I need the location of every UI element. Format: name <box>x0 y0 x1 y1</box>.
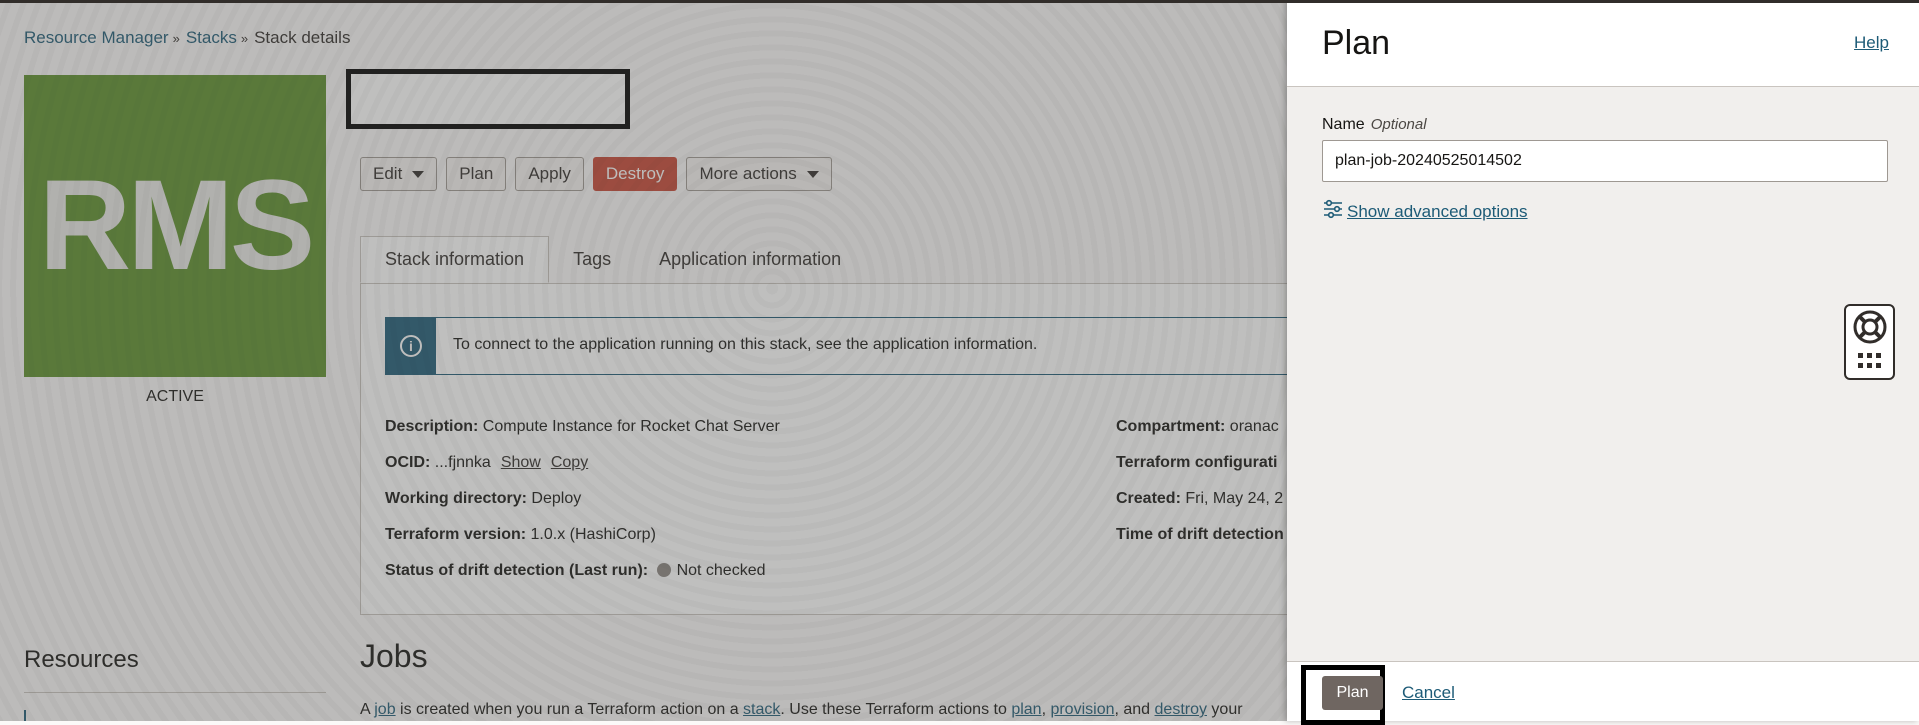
cancel-link[interactable]: Cancel <box>1402 683 1455 703</box>
sliders-icon <box>1322 198 1344 225</box>
top-border <box>0 0 1919 3</box>
modal-overlay[interactable] <box>0 0 1287 721</box>
grid-icon[interactable] <box>1857 352 1883 375</box>
help-link[interactable]: Help <box>1854 33 1889 53</box>
plan-submit-button[interactable]: Plan <box>1322 676 1383 710</box>
name-field-label: Name Optional <box>1322 116 1427 134</box>
show-advanced-options-link[interactable]: Show advanced options <box>1322 198 1528 225</box>
drawer-header: Plan Help <box>1287 0 1919 87</box>
drawer-title: Plan <box>1322 24 1391 62</box>
plan-drawer: Plan Help Name Optional Show advanced opt… <box>1287 0 1919 725</box>
show-advanced-options-label: Show advanced options <box>1347 201 1528 221</box>
optional-label: Optional <box>1370 116 1427 133</box>
drawer-footer: Plan Cancel <box>1287 661 1919 725</box>
name-label: Name <box>1322 116 1365 133</box>
stack-details-page: Resource Manager» Stacks» Stack details RM… <box>0 0 1287 721</box>
lifebuoy-icon[interactable] <box>1852 309 1888 350</box>
help-widget[interactable] <box>1844 304 1895 380</box>
plan-name-input[interactable] <box>1322 140 1888 182</box>
